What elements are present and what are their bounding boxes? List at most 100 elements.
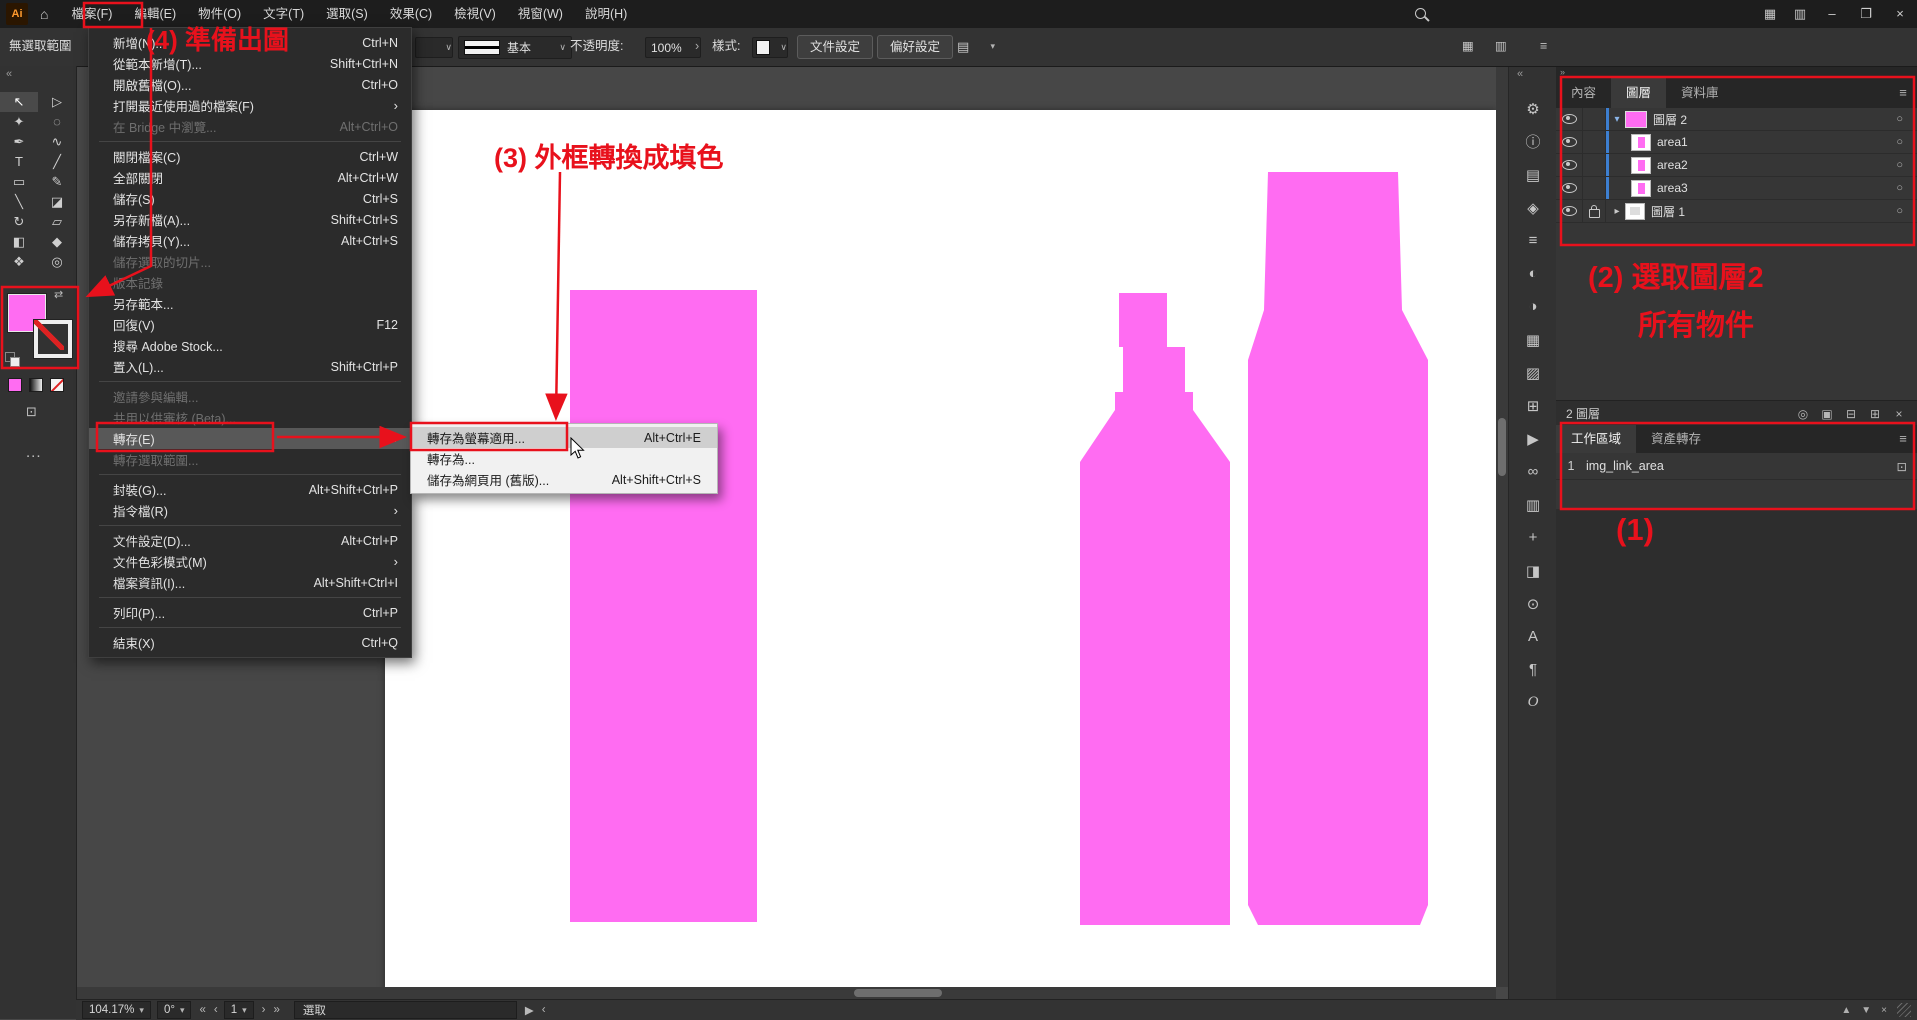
layer-name[interactable]: 圖層 2	[1653, 111, 1687, 128]
drawing-mode-icon[interactable]: ⊡	[26, 404, 37, 420]
resize-grip[interactable]	[1897, 1003, 1911, 1017]
lock-toggle[interactable]	[1583, 108, 1606, 130]
panel-delete-icon[interactable]: ×	[1881, 1005, 1887, 1016]
layer-name[interactable]: area2	[1657, 158, 1688, 172]
vertical-scrollbar-thumb[interactable]	[1498, 418, 1506, 476]
search-icon[interactable]	[1405, 7, 1435, 22]
panel-menu-icon[interactable]: ≡	[1889, 425, 1917, 453]
panel-collapse-strip[interactable]: »	[1556, 66, 1917, 78]
play-icon[interactable]: ▶	[525, 1003, 534, 1017]
horizontal-scrollbar[interactable]	[76, 987, 1496, 999]
home-icon[interactable]: ⌂	[40, 6, 48, 22]
color-mode-fill[interactable]	[8, 378, 22, 392]
paintbrush-tool[interactable]: ✎	[38, 172, 76, 192]
lock-toggle[interactable]	[1583, 131, 1606, 153]
swatches-panel-icon[interactable]: ▦	[1509, 323, 1557, 356]
visibility-toggle[interactable]	[1556, 177, 1583, 199]
default-fill-stroke-icon[interactable]	[5, 352, 21, 368]
opentype-panel-icon[interactable]: O	[1509, 686, 1557, 719]
menu-item-place[interactable]: 置入(L)...Shift+Ctrl+P	[89, 356, 411, 377]
object-thumbnail[interactable]	[1631, 180, 1651, 197]
menu-window[interactable]: 視窗(W)	[507, 0, 574, 28]
vertical-scrollbar[interactable]	[1496, 66, 1508, 987]
menu-item-file-info[interactable]: 檔案資訊(I)...Alt+Shift+Ctrl+I	[89, 572, 411, 593]
eraser-tool[interactable]: ◪	[38, 192, 76, 212]
color-mode-gradient[interactable]	[29, 378, 43, 392]
delete-layer-icon[interactable]: ×	[1887, 407, 1911, 421]
panel-list-icon[interactable]: ≡	[1540, 28, 1547, 65]
tab-layers[interactable]: 圖層	[1611, 78, 1666, 108]
menu-type[interactable]: 文字(T)	[252, 0, 315, 28]
info-panel-icon[interactable]: ⓘ	[1509, 125, 1557, 158]
color-guide-panel-icon[interactable]: ◑	[1509, 290, 1557, 323]
hand-tool[interactable]: ❖	[0, 252, 38, 272]
magic-wand-tool[interactable]: ✦	[0, 112, 38, 132]
color-panel-icon[interactable]: ◐	[1509, 257, 1557, 290]
stroke-style-dropdown[interactable]: 基本 ∨	[458, 36, 572, 59]
menu-help[interactable]: 說明(H)	[574, 0, 638, 28]
arrange-dropdown[interactable]: ▤ ▾	[957, 37, 995, 56]
layer-row-area3[interactable]: area3 ○	[1556, 177, 1917, 200]
shape-area2[interactable]	[1080, 293, 1230, 925]
selection-tool[interactable]: ↖	[0, 92, 38, 112]
layer-row-area2[interactable]: area2 ○	[1556, 154, 1917, 177]
layer-name[interactable]: area3	[1657, 181, 1688, 195]
layer-row-layer1[interactable]: ▸ 圖層 1 ○	[1556, 200, 1917, 223]
collapse-toolbar-icon[interactable]: «	[6, 68, 12, 80]
close-button[interactable]: ×	[1883, 0, 1917, 28]
rectangle-tool[interactable]: ▭	[0, 172, 38, 192]
menu-item-exit[interactable]: 結束(X)Ctrl+Q	[89, 632, 411, 653]
stroke-color-swatch[interactable]	[34, 320, 72, 358]
visibility-toggle[interactable]	[1556, 200, 1583, 222]
variables-panel-icon[interactable]: ▤	[1509, 158, 1557, 191]
layer-name[interactable]: area1	[1657, 135, 1688, 149]
target-icon[interactable]: ○	[1896, 159, 1903, 171]
artboard-number-dropdown[interactable]: 1 ▾	[224, 1001, 254, 1019]
menu-item-new[interactable]: 新增(N)...Ctrl+N	[89, 32, 411, 53]
rotation-dropdown[interactable]: 0° ▾	[157, 1001, 192, 1019]
menu-effect[interactable]: 效果(C)	[379, 0, 443, 28]
stroke-panel-icon[interactable]: ≡	[1509, 224, 1557, 257]
menu-object[interactable]: 物件(O)	[187, 0, 252, 28]
layout-icon[interactable]: ▥	[1785, 6, 1815, 22]
menu-item-revert[interactable]: 回復(V)F12	[89, 314, 411, 335]
shape-area1[interactable]	[570, 290, 757, 922]
menu-view[interactable]: 檢視(V)	[443, 0, 507, 28]
layer-thumbnail[interactable]	[1625, 203, 1645, 220]
restore-button[interactable]: ❐	[1849, 0, 1883, 28]
actions-panel-icon[interactable]: ▶	[1509, 422, 1557, 455]
curvature-tool[interactable]: ∿	[38, 132, 76, 152]
expand-icon[interactable]: ▸	[1609, 206, 1625, 217]
swap-fill-stroke-icon[interactable]: ⇄	[54, 288, 63, 301]
menu-item-new-from-template[interactable]: 從範本新增(T)...Shift+Ctrl+N	[89, 53, 411, 74]
tab-asset-export[interactable]: 資產轉存	[1636, 425, 1716, 453]
type-tool[interactable]: T	[0, 152, 38, 172]
menu-item-search-adobe-stock[interactable]: 搜尋 Adobe Stock...	[89, 335, 411, 356]
menu-item-save-as-template[interactable]: 另存範本...	[89, 293, 411, 314]
object-thumbnail[interactable]	[1631, 134, 1651, 151]
previous-artboard-icon[interactable]: ‹	[214, 1004, 218, 1016]
panel-down-icon[interactable]: ▼	[1861, 1005, 1871, 1016]
layer-name[interactable]: 圖層 1	[1651, 203, 1685, 220]
preferences-button[interactable]: 偏好設定	[877, 35, 953, 59]
snap-options-icon[interactable]: ▥	[1495, 28, 1507, 65]
last-artboard-icon[interactable]: »	[274, 1004, 280, 1016]
target-icon[interactable]: ○	[1896, 182, 1903, 194]
eyedropper-tool[interactable]: ◆	[38, 232, 76, 252]
character-panel-icon[interactable]: A	[1509, 620, 1557, 653]
locate-object-icon[interactable]: ◎	[1791, 407, 1815, 421]
opacity-field[interactable]: 100%	[645, 37, 701, 58]
links-panel-icon[interactable]: ∞	[1509, 455, 1557, 488]
pen-tool[interactable]: ✒	[0, 132, 38, 152]
target-icon[interactable]: ○	[1896, 205, 1903, 217]
menu-select[interactable]: 選取(S)	[315, 0, 379, 28]
menu-item-close[interactable]: 關閉檔案(C)Ctrl+W	[89, 146, 411, 167]
artboard-name[interactable]: img_link_area	[1586, 459, 1664, 473]
menu-file[interactable]: 檔案(F)	[60, 0, 123, 28]
symbols-panel-icon[interactable]: ⊞	[1509, 389, 1557, 422]
layer-thumbnail[interactable]	[1625, 111, 1647, 128]
shape-area3[interactable]	[1248, 172, 1428, 925]
target-icon[interactable]: ○	[1896, 113, 1903, 125]
tab-properties[interactable]: 內容	[1556, 78, 1611, 108]
opacity-stepper-icon[interactable]: ›	[695, 28, 699, 65]
